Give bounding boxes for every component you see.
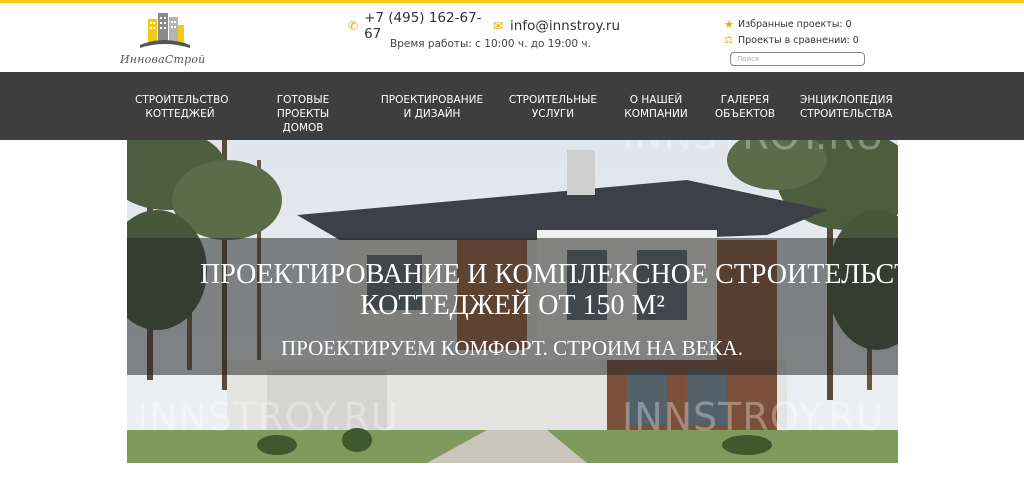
nav-item-gallery[interactable]: ГАЛЕРЕЯ ОБЪЕКТОВ	[713, 93, 777, 121]
nav-item-design[interactable]: ПРОЕКТИРОВАНИЕ И ДИЗАЙН	[380, 93, 484, 121]
watermark-left: INNSTROY.RU	[137, 395, 400, 439]
watermark-right: INNSTROY.RU	[622, 395, 885, 439]
phone-icon: ✆	[348, 19, 359, 33]
working-hours: Время работы: с 10:00 ч. до 19:00 ч.	[390, 38, 591, 50]
mail-icon: ✉	[492, 19, 504, 33]
hero-title-line1: ПРОЕКТИРОВАНИЕ И КОМПЛЕКСНОЕ СТРОИТЕЛЬСТ…	[200, 259, 898, 290]
star-icon: ★	[724, 17, 734, 31]
user-box: ★ Избранные проекты: 0 ⚖ Проекты в сравн…	[724, 16, 884, 66]
contacts: ✆ +7 (495) 162-67-67 ✉ info@innstroy.ru …	[340, 10, 620, 50]
hero-title-line2: КОТТЕДЖЕЙ ОТ 150 М²	[360, 290, 665, 321]
watermark-top: INNSTROY.RU	[622, 140, 884, 158]
favorites-label: Избранные проекты: 0	[738, 18, 852, 30]
compare-link[interactable]: ⚖ Проекты в сравнении: 0	[724, 32, 884, 48]
nav-item-construction-services[interactable]: СТРОИТЕЛЬНЫЕ УСЛУГИ	[507, 93, 599, 121]
logo-text: ИнноваСтрой	[120, 53, 206, 66]
hero-slider[interactable]: INNSTROY.RU INNSTROY.RU INNSTROY.RU ПРОЕ…	[127, 140, 898, 463]
nav-item-cottage-construction[interactable]: СТРОИТЕЛЬСТВО КОТТЕДЖЕЙ	[135, 93, 229, 121]
site-header: ИнноваСтрой ✆ +7 (495) 162-67-67 ✉ info@…	[0, 3, 1024, 72]
search-input[interactable]	[730, 52, 865, 66]
favorites-link[interactable]: ★ Избранные проекты: 0	[724, 16, 884, 32]
email-link[interactable]: info@innstroy.ru	[510, 18, 620, 34]
nav-item-about[interactable]: О НАШЕЙ КОМПАНИИ	[622, 93, 690, 121]
logo[interactable]: ИнноваСтрой	[120, 11, 230, 66]
nav-item-ready-projects[interactable]: ГОТОВЫЕ ПРОЕКТЫ ДОМОВ	[250, 93, 356, 135]
nav-item-encyclopedia[interactable]: ЭНЦИКЛОПЕДИЯ СТРОИТЕЛЬСТВА	[800, 93, 893, 121]
logo-buildings-icon	[140, 13, 190, 48]
compare-label: Проекты в сравнении: 0	[738, 34, 859, 46]
main-nav: СТРОИТЕЛЬСТВО КОТТЕДЖЕЙ ГОТОВЫЕ ПРОЕКТЫ …	[0, 72, 1024, 140]
hero-subtitle: ПРОЕКТИРУЕМ КОМФОРТ. СТРОИМ НА ВЕКА.	[281, 336, 743, 360]
compare-icon: ⚖	[724, 34, 733, 46]
